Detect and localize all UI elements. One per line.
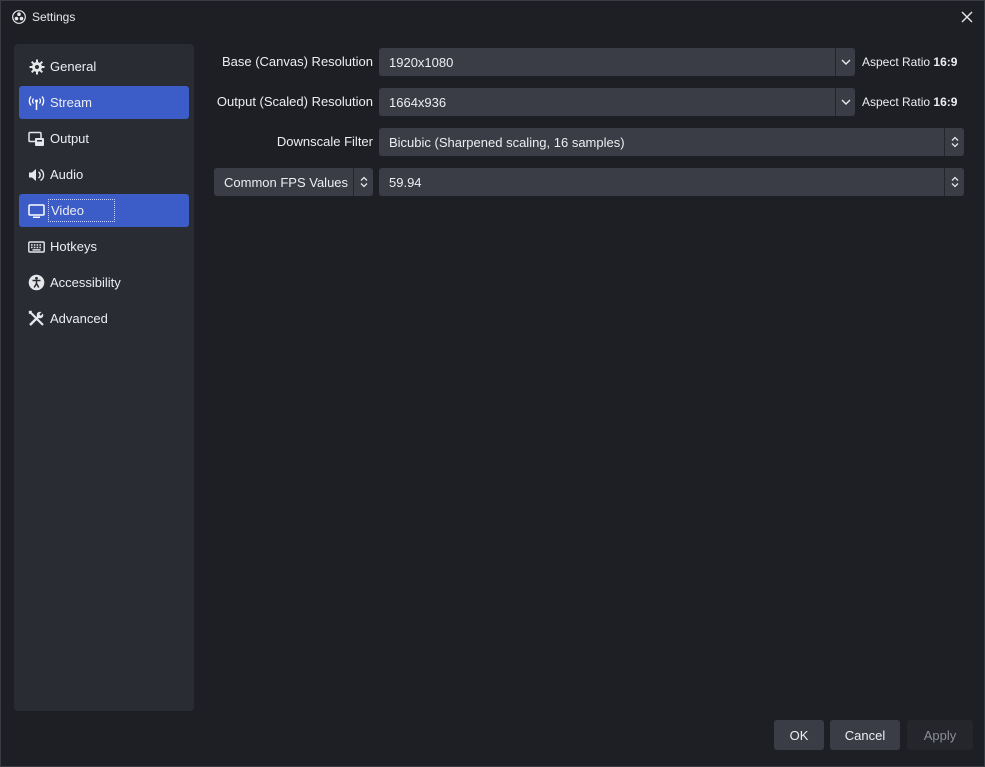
keyboard-icon — [28, 238, 45, 255]
updown-arrows-icon[interactable] — [353, 168, 373, 196]
sidebar-item-audio[interactable]: Audio — [19, 158, 189, 191]
settings-sidebar: General Stream Output Audio Video Hotkey… — [14, 44, 194, 711]
settings-window: Settings General Stream Output Audio Vid… — [0, 0, 985, 767]
sidebar-item-label: Output — [50, 131, 90, 146]
output-resolution-combo[interactable]: 1664x936 — [379, 88, 855, 116]
downscale-filter-value: Bicubic (Sharpened scaling, 16 samples) — [389, 135, 625, 150]
sidebar-item-accessibility[interactable]: Accessibility — [19, 266, 189, 299]
sidebar-item-video[interactable]: Video — [19, 194, 189, 227]
sidebar-item-stream[interactable]: Stream — [19, 86, 189, 119]
gear-icon — [28, 58, 45, 75]
base-resolution-combo[interactable]: 1920x1080 — [379, 48, 855, 76]
tools-icon — [28, 310, 45, 327]
sidebar-item-hotkeys[interactable]: Hotkeys — [19, 230, 189, 263]
aspect-ratio-label: Aspect Ratio — [862, 55, 931, 69]
sidebar-item-general[interactable]: General — [19, 50, 189, 83]
broadcast-icon — [28, 94, 45, 111]
speaker-icon — [28, 166, 45, 183]
window-title: Settings — [32, 10, 76, 24]
base-aspect-ratio: Aspect Ratio 16:9 — [862, 55, 957, 69]
close-icon — [961, 11, 973, 23]
updown-arrows-icon[interactable] — [944, 168, 964, 196]
title-bar: Settings — [1, 1, 984, 33]
updown-arrows-icon[interactable] — [944, 128, 964, 156]
sidebar-item-label: Hotkeys — [50, 239, 97, 254]
sidebar-item-output[interactable]: Output — [19, 122, 189, 155]
sidebar-item-advanced[interactable]: Advanced — [19, 302, 189, 335]
obs-logo-icon — [12, 10, 26, 24]
downscale-filter-label: Downscale Filter — [276, 134, 373, 149]
fps-value: 59.94 — [389, 175, 422, 190]
accessibility-icon — [28, 274, 45, 291]
fps-type-select[interactable]: Common FPS Values — [214, 168, 373, 196]
close-button[interactable] — [956, 6, 978, 28]
apply-button[interactable]: Apply — [907, 720, 973, 750]
output-aspect-ratio: Aspect Ratio 16:9 — [862, 95, 957, 109]
base-resolution-value: 1920x1080 — [389, 55, 454, 70]
sidebar-item-label: Audio — [50, 167, 84, 182]
aspect-ratio-label: Aspect Ratio — [862, 95, 931, 109]
cancel-button[interactable]: Cancel — [830, 720, 900, 750]
base-resolution-label: Base (Canvas) Resolution — [221, 54, 373, 69]
ok-button[interactable]: OK — [774, 720, 824, 750]
sidebar-item-label: General — [50, 59, 97, 74]
monitor-icon — [28, 202, 45, 219]
output-resolution-label: Output (Scaled) Resolution — [216, 94, 373, 109]
output-icon — [28, 130, 45, 147]
aspect-ratio-value: 16:9 — [933, 95, 958, 109]
chevron-down-icon[interactable] — [835, 48, 855, 76]
sidebar-item-label: Video — [48, 199, 116, 222]
aspect-ratio-value: 16:9 — [933, 55, 958, 69]
sidebar-item-label: Advanced — [50, 311, 108, 326]
fps-type-value: Common FPS Values — [224, 175, 349, 190]
sidebar-item-label: Stream — [50, 95, 92, 110]
output-resolution-value: 1664x936 — [389, 95, 447, 110]
sidebar-item-label: Accessibility — [50, 275, 121, 290]
fps-value-select[interactable]: 59.94 — [379, 168, 964, 196]
downscale-filter-select[interactable]: Bicubic (Sharpened scaling, 16 samples) — [379, 128, 964, 156]
chevron-down-icon[interactable] — [835, 88, 855, 116]
